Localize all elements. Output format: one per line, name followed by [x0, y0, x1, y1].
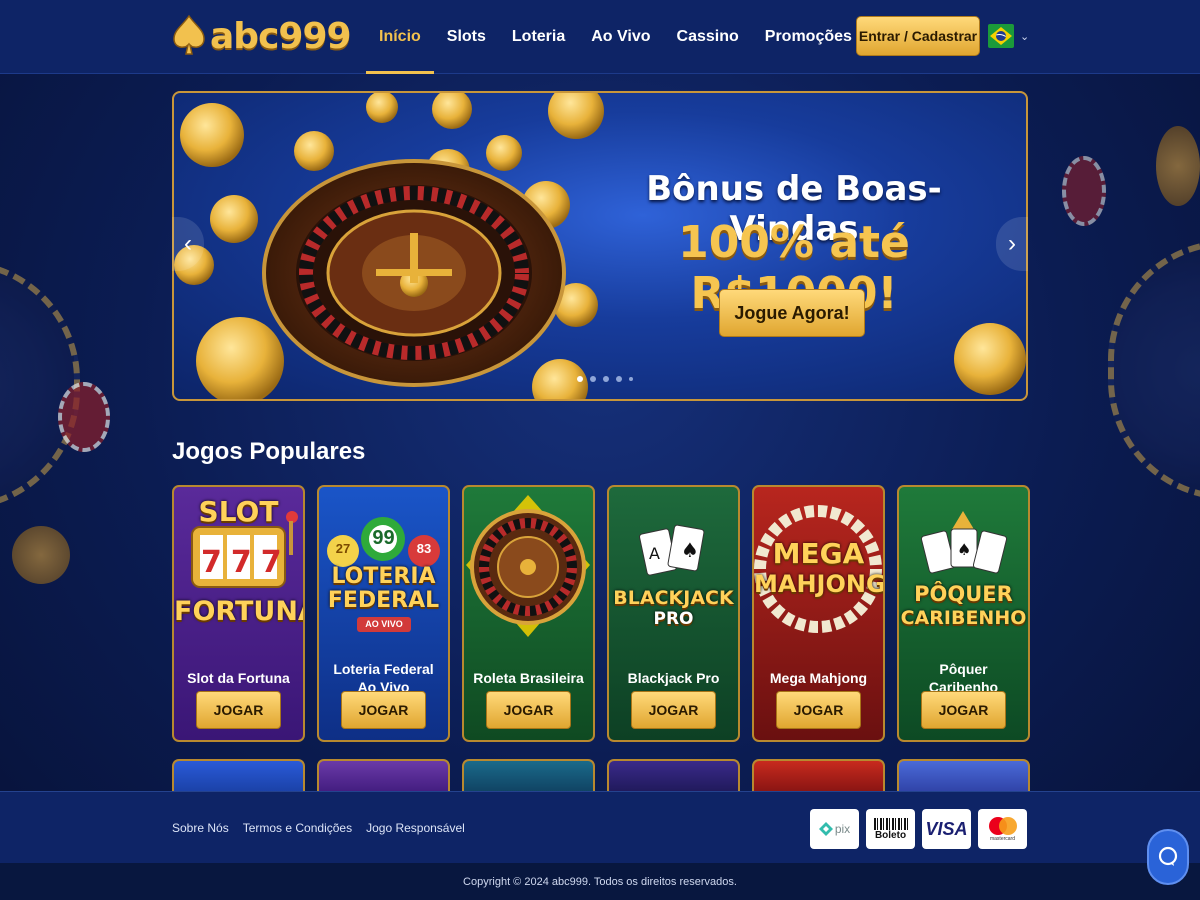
game-logo-top: BLACKJACK [613, 587, 734, 609]
lottery-ball-left: 27 [335, 541, 351, 556]
boleto-icon: Boleto [866, 809, 915, 849]
game-card-roleta-brasileira[interactable]: Roleta Brasileira JOGAR [462, 485, 595, 742]
chat-icon [1158, 846, 1178, 866]
visa-icon: VISA [922, 809, 971, 849]
copyright-text: Copyright © 2024 abc999. Todos os direit… [0, 863, 1200, 900]
nav-item-slots[interactable]: Slots [434, 0, 499, 74]
mastercard-label: mastercard [989, 836, 1015, 842]
login-register-button[interactable]: Entrar / Cadastrar [856, 16, 980, 56]
brazil-flag-icon [988, 24, 1014, 48]
banner-pagination [577, 376, 633, 382]
payment-methods: pix Boleto VISA mastercard [810, 809, 1027, 849]
logo-text: abc999 [210, 15, 352, 57]
site-logo[interactable]: abc999 [172, 12, 352, 60]
spade-logo-icon [173, 14, 205, 55]
banner-dot[interactable] [629, 377, 633, 381]
gold-coin-decoration [1156, 126, 1200, 206]
popular-games-heading: Jogos Populares [172, 438, 366, 465]
svg-text:A: A [649, 544, 660, 563]
footer-link-termos[interactable]: Termos e Condições [243, 821, 352, 835]
lottery-ball-center: 99 [372, 527, 395, 549]
slot-reels-text: 777 [201, 545, 291, 580]
play-game-button[interactable]: JOGAR [486, 691, 571, 729]
play-game-button[interactable]: JOGAR [341, 691, 426, 729]
pix-label: pix [834, 822, 851, 836]
pix-icon: pix [810, 809, 859, 849]
chevron-down-icon: ⌄ [1020, 30, 1030, 43]
red-chip-decoration [58, 382, 110, 452]
play-game-button[interactable]: JOGAR [776, 691, 861, 729]
barcode-icon [873, 817, 908, 830]
game-logo-bottom: FORTUNA [174, 596, 305, 627]
play-game-button[interactable]: JOGAR [196, 691, 281, 729]
footer-links: Sobre Nós Termos e Condições Jogo Respon… [172, 821, 465, 835]
game-logo-top: PÔQUER [914, 582, 1013, 606]
game-card-loteria-federal[interactable]: 27 99 83 LOTERIA FEDERAL AO VIVO Loteria… [317, 485, 450, 742]
play-game-button[interactable]: JOGAR [921, 691, 1006, 729]
nav-item-promocoes[interactable]: Promoções [752, 0, 865, 74]
visa-label: VISA [925, 818, 968, 839]
banner-dot[interactable] [590, 376, 596, 382]
game-logo-bottom: CARIBENHO [900, 607, 1027, 629]
nav-item-cassino[interactable]: Cassino [664, 0, 752, 74]
play-game-button[interactable]: JOGAR [631, 691, 716, 729]
gold-coin-decoration [12, 526, 70, 584]
game-logo-bottom: MAHJONG [754, 570, 885, 598]
game-logo-top: SLOT [198, 495, 279, 528]
game-logo-bottom: FEDERAL [327, 588, 440, 613]
footer-link-sobre-nos[interactable]: Sobre Nós [172, 821, 229, 835]
live-chat-button[interactable] [1147, 829, 1189, 885]
mastercard-circles-icon [988, 817, 1017, 835]
game-card-slot-da-fortuna[interactable]: SLOT 777 FORTUNA Slot da Fortuna JOGAR [172, 485, 305, 742]
svg-text:♠: ♠ [957, 540, 971, 559]
banner-dot[interactable] [577, 376, 583, 382]
game-logo-top: LOTERIA [331, 564, 436, 589]
top-header: abc999 Início Slots Loteria Ao Vivo Cass… [0, 0, 1200, 74]
game-card-poquer-caribenho[interactable]: ♠ PÔQUER CARIBENHO Pôquer Caribenho JOGA… [897, 485, 1030, 742]
game-logo-top: MEGA [772, 537, 865, 570]
lottery-ball-right: 83 [416, 541, 432, 556]
game-card-mega-mahjong[interactable]: MEGA MAHJONG Mega Mahjong JOGAR [752, 485, 885, 742]
nav-item-inicio[interactable]: Início [366, 0, 434, 74]
nav-item-loteria[interactable]: Loteria [499, 0, 578, 74]
language-selector[interactable]: ⌄ [988, 24, 1029, 48]
game-card-blackjack-pro[interactable]: ♠ A BLACKJACK PRO Blackjack Pro JOGAR [607, 485, 740, 742]
banner-dot[interactable] [616, 376, 622, 382]
game-logo-bottom: PRO [653, 609, 694, 629]
roulette-wheel-art [466, 495, 590, 637]
red-chip-decoration [1062, 156, 1106, 226]
svg-text:♠: ♠ [681, 538, 699, 562]
main-nav: Início Slots Loteria Ao Vivo Cassino Pro… [366, 0, 865, 74]
footer-link-jogo-responsavel[interactable]: Jogo Responsável [366, 821, 465, 835]
promo-banner[interactable]: Bônus de Boas-Vindas 100% até R$1000! Jo… [172, 91, 1028, 401]
nav-item-ao-vivo[interactable]: Ao Vivo [578, 0, 663, 74]
footer: Sobre Nós Termos e Condições Jogo Respon… [0, 791, 1200, 863]
popular-games-grid: SLOT 777 FORTUNA Slot da Fortuna JOGAR 2… [172, 485, 1030, 742]
ao-vivo-badge: AO VIVO [357, 617, 411, 632]
play-now-button[interactable]: Jogue Agora! [719, 289, 865, 337]
pix-diamond-icon [818, 822, 833, 836]
boleto-label: Boleto [874, 829, 907, 841]
mastercard-icon: mastercard [978, 809, 1027, 849]
banner-dot[interactable] [603, 376, 609, 382]
